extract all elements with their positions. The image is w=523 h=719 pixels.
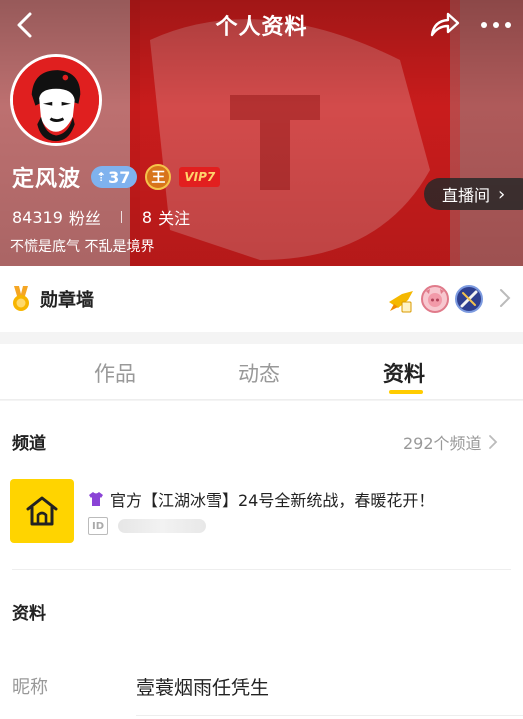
channel-section-title: 频道	[12, 434, 46, 454]
channel-count-link[interactable]: 292个频道	[403, 430, 498, 454]
chevron-right-icon: ›	[498, 183, 506, 205]
top-bar: 个人资料	[0, 0, 523, 50]
medal-wall-row[interactable]: 勋章墙	[0, 266, 523, 332]
house-icon	[26, 496, 58, 526]
chevron-right-icon	[488, 435, 497, 449]
pig-medal-icon	[421, 285, 449, 313]
medal-icon	[13, 286, 29, 311]
avatar-portrait-icon	[13, 57, 99, 143]
avatar[interactable]	[10, 54, 102, 146]
tab-works[interactable]: 作品	[94, 358, 136, 388]
tab-profile-info[interactable]: 资料	[383, 358, 425, 388]
section-divider	[12, 569, 511, 570]
sword-medal-icon	[455, 285, 483, 313]
vip-badge[interactable]: VIP7	[179, 167, 221, 187]
fans-count: 84319	[12, 207, 63, 227]
nickname-label: 昵称	[12, 677, 48, 698]
nickname-value: 壹蓑烟雨任凭生	[136, 677, 270, 699]
channel-card[interactable]: 官方【江湖冰雪】24号全新统战，春暖花开！ ID	[10, 479, 510, 549]
profile-info-panel: 频道 292个频道 官方【江湖冰雪】24号全新统战，春暖花开！ ID 资料 昵称	[0, 401, 523, 719]
profile-header: 个人资料 定风波 ⇡ 37 王 VIP7 直播间 › 84319 粉丝 8 关注…	[0, 0, 523, 266]
medal-badges	[386, 282, 488, 316]
profile-name: 定风波	[12, 167, 82, 192]
nickname-underline	[136, 715, 523, 716]
shirt-icon	[89, 492, 103, 506]
live-room-label: 直播间	[442, 186, 491, 205]
channel-name-row: 官方【江湖冰雪】24号全新统战，春暖花开！	[88, 487, 434, 511]
channel-thumbnail	[10, 479, 74, 543]
rocket-medal-icon	[389, 291, 413, 313]
tab-moments[interactable]: 动态	[238, 358, 280, 388]
level-icon: ⇡	[96, 170, 107, 184]
info-section-title: 资料	[12, 604, 46, 624]
following-count: 8	[141, 207, 153, 227]
medal-wall-title: 勋章墙	[40, 290, 94, 311]
channel-name: 官方【江湖冰雪】24号全新统战，春暖花开！	[110, 491, 435, 510]
channel-id-row: ID	[88, 517, 206, 535]
more-dots-icon[interactable]	[478, 9, 514, 41]
share-icon[interactable]	[428, 9, 462, 41]
profile-bio: 不慌是底气 不乱是境界	[10, 239, 155, 255]
active-tab-indicator	[389, 390, 423, 394]
stats-divider	[120, 211, 122, 223]
profile-tabs: 作品 动态 资料	[0, 344, 523, 400]
level-number: 37	[108, 167, 131, 187]
stats-row: 84319 粉丝 8 关注	[12, 205, 190, 229]
chevron-right-icon	[500, 289, 511, 307]
following-label: 关注	[158, 209, 191, 228]
fans-label: 粉丝	[68, 209, 101, 228]
name-row: 定风波 ⇡ 37 王 VIP7	[12, 162, 221, 192]
id-tag: ID	[88, 517, 108, 535]
fans-stat[interactable]: 84319 粉丝	[12, 205, 101, 229]
live-room-button[interactable]: 直播间 ›	[424, 178, 523, 210]
level-badge[interactable]: ⇡ 37	[91, 166, 138, 188]
channel-id-blurred	[118, 519, 206, 533]
king-badge[interactable]: 王	[145, 164, 172, 190]
following-stat[interactable]: 8 关注	[142, 205, 190, 229]
channel-count-label: 292个频道	[403, 434, 482, 453]
